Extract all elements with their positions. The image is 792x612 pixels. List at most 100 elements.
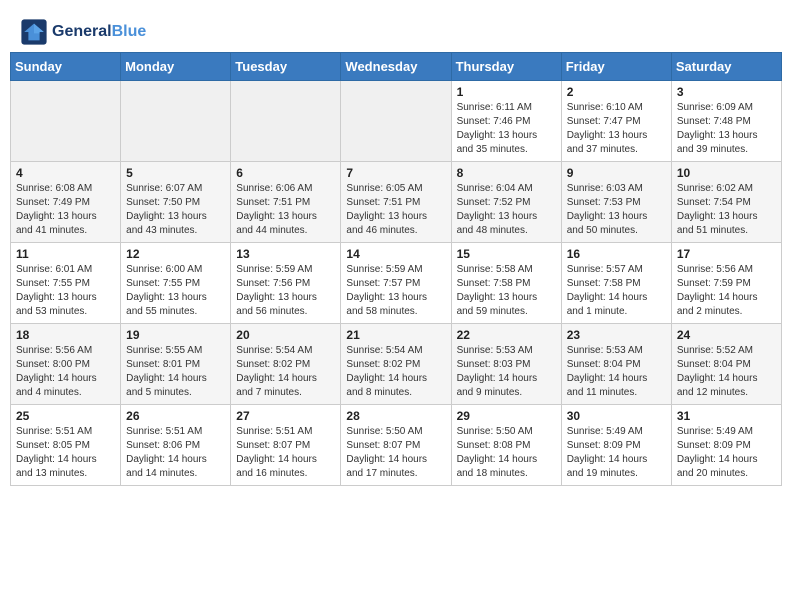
day-info: Sunrise: 5:54 AM Sunset: 8:02 PM Dayligh… (346, 344, 445, 400)
day-info: Sunrise: 5:51 AM Sunset: 8:07 PM Dayligh… (236, 425, 335, 481)
calendar-cell: 29 Sunrise: 5:50 AM Sunset: 8:08 PM Dayli… (451, 405, 561, 486)
day-info: Sunrise: 5:57 AM Sunset: 7:58 PM Dayligh… (567, 263, 666, 319)
day-number: 21 (346, 328, 445, 342)
day-number: 12 (126, 247, 225, 261)
calendar-cell: 17Sunrise: 5:56 AM Sunset: 7:59 PM Dayli… (671, 243, 781, 324)
day-info: Sunrise: 6:07 AM Sunset: 7:50 PM Dayligh… (126, 182, 225, 238)
calendar-cell: 31 Sunrise: 5:49 AM Sunset: 8:09 PM Dayli… (671, 405, 781, 486)
column-header-sunday: Sunday (11, 53, 121, 81)
day-number: 1 (457, 85, 556, 99)
calendar-cell: 27 Sunrise: 5:51 AM Sunset: 8:07 PM Dayli… (231, 405, 341, 486)
calendar-cell: 16Sunrise: 5:57 AM Sunset: 7:58 PM Dayli… (561, 243, 671, 324)
day-number: 14 (346, 247, 445, 261)
calendar-cell (11, 81, 121, 162)
calendar-week-row: 18 Sunrise: 5:56 AM Sunset: 8:00 PM Dayli… (11, 324, 782, 405)
calendar-cell (231, 81, 341, 162)
calendar-cell: 5 Sunrise: 6:07 AM Sunset: 7:50 PM Daylig… (121, 162, 231, 243)
logo-text: GeneralBlue (52, 23, 146, 41)
calendar-cell: 18 Sunrise: 5:56 AM Sunset: 8:00 PM Dayli… (11, 324, 121, 405)
day-info: Sunrise: 5:59 AM Sunset: 7:57 PM Dayligh… (346, 263, 445, 319)
day-number: 22 (457, 328, 556, 342)
day-info: Sunrise: 6:06 AM Sunset: 7:51 PM Dayligh… (236, 182, 335, 238)
column-header-friday: Friday (561, 53, 671, 81)
column-header-saturday: Saturday (671, 53, 781, 81)
calendar-cell: 4Sunrise: 6:08 AM Sunset: 7:49 PM Daylig… (11, 162, 121, 243)
calendar-cell: 9 Sunrise: 6:03 AM Sunset: 7:53 PM Daylig… (561, 162, 671, 243)
calendar-cell: 23Sunrise: 5:53 AM Sunset: 8:04 PM Dayli… (561, 324, 671, 405)
column-header-wednesday: Wednesday (341, 53, 451, 81)
day-info: Sunrise: 5:49 AM Sunset: 8:09 PM Dayligh… (567, 425, 666, 481)
calendar-cell: 25 Sunrise: 5:51 AM Sunset: 8:05 PM Dayli… (11, 405, 121, 486)
day-info: Sunrise: 5:55 AM Sunset: 8:01 PM Dayligh… (126, 344, 225, 400)
day-info: Sunrise: 6:01 AM Sunset: 7:55 PM Dayligh… (16, 263, 115, 319)
day-number: 10 (677, 166, 776, 180)
calendar-cell (341, 81, 451, 162)
day-number: 23 (567, 328, 666, 342)
day-info: Sunrise: 6:00 AM Sunset: 7:55 PM Dayligh… (126, 263, 225, 319)
day-number: 29 (457, 409, 556, 423)
calendar-cell: 13 Sunrise: 5:59 AM Sunset: 7:56 PM Dayli… (231, 243, 341, 324)
calendar-cell: 21 Sunrise: 5:54 AM Sunset: 8:02 PM Dayli… (341, 324, 451, 405)
calendar-cell: 28 Sunrise: 5:50 AM Sunset: 8:07 PM Dayli… (341, 405, 451, 486)
day-info: Sunrise: 6:03 AM Sunset: 7:53 PM Dayligh… (567, 182, 666, 238)
day-info: Sunrise: 5:51 AM Sunset: 8:05 PM Dayligh… (16, 425, 115, 481)
calendar-table: SundayMondayTuesdayWednesdayThursdayFrid… (10, 52, 782, 486)
logo-icon (20, 18, 48, 46)
day-info: Sunrise: 6:08 AM Sunset: 7:49 PM Dayligh… (16, 182, 115, 238)
day-info: Sunrise: 5:49 AM Sunset: 8:09 PM Dayligh… (677, 425, 776, 481)
calendar-cell: 15 Sunrise: 5:58 AM Sunset: 7:58 PM Dayli… (451, 243, 561, 324)
calendar-cell: 22 Sunrise: 5:53 AM Sunset: 8:03 PM Dayli… (451, 324, 561, 405)
calendar-header-row: SundayMondayTuesdayWednesdayThursdayFrid… (11, 53, 782, 81)
day-info: Sunrise: 5:50 AM Sunset: 8:08 PM Dayligh… (457, 425, 556, 481)
column-header-thursday: Thursday (451, 53, 561, 81)
day-number: 5 (126, 166, 225, 180)
calendar-cell: 7Sunrise: 6:05 AM Sunset: 7:51 PM Daylig… (341, 162, 451, 243)
calendar-cell: 26Sunrise: 5:51 AM Sunset: 8:06 PM Dayli… (121, 405, 231, 486)
day-number: 17 (677, 247, 776, 261)
day-number: 18 (16, 328, 115, 342)
day-number: 19 (126, 328, 225, 342)
calendar-cell: 24Sunrise: 5:52 AM Sunset: 8:04 PM Dayli… (671, 324, 781, 405)
calendar-cell: 20 Sunrise: 5:54 AM Sunset: 8:02 PM Dayli… (231, 324, 341, 405)
day-info: Sunrise: 5:56 AM Sunset: 8:00 PM Dayligh… (16, 344, 115, 400)
day-info: Sunrise: 5:54 AM Sunset: 8:02 PM Dayligh… (236, 344, 335, 400)
day-info: Sunrise: 6:04 AM Sunset: 7:52 PM Dayligh… (457, 182, 556, 238)
calendar-week-row: 4Sunrise: 6:08 AM Sunset: 7:49 PM Daylig… (11, 162, 782, 243)
day-number: 3 (677, 85, 776, 99)
day-number: 15 (457, 247, 556, 261)
day-number: 9 (567, 166, 666, 180)
calendar-week-row: 25 Sunrise: 5:51 AM Sunset: 8:05 PM Dayli… (11, 405, 782, 486)
calendar-week-row: 1Sunrise: 6:11 AM Sunset: 7:46 PM Daylig… (11, 81, 782, 162)
day-info: Sunrise: 6:02 AM Sunset: 7:54 PM Dayligh… (677, 182, 776, 238)
day-number: 25 (16, 409, 115, 423)
day-number: 11 (16, 247, 115, 261)
logo: GeneralBlue (20, 18, 146, 46)
calendar-cell (121, 81, 231, 162)
calendar-cell: 19 Sunrise: 5:55 AM Sunset: 8:01 PM Dayli… (121, 324, 231, 405)
day-number: 13 (236, 247, 335, 261)
calendar-week-row: 11 Sunrise: 6:01 AM Sunset: 7:55 PM Dayli… (11, 243, 782, 324)
day-number: 2 (567, 85, 666, 99)
day-number: 6 (236, 166, 335, 180)
day-info: Sunrise: 5:53 AM Sunset: 8:03 PM Dayligh… (457, 344, 556, 400)
day-number: 30 (567, 409, 666, 423)
day-number: 27 (236, 409, 335, 423)
calendar-cell: 14 Sunrise: 5:59 AM Sunset: 7:57 PM Dayli… (341, 243, 451, 324)
day-info: Sunrise: 6:09 AM Sunset: 7:48 PM Dayligh… (677, 101, 776, 157)
day-info: Sunrise: 5:50 AM Sunset: 8:07 PM Dayligh… (346, 425, 445, 481)
day-info: Sunrise: 5:58 AM Sunset: 7:58 PM Dayligh… (457, 263, 556, 319)
day-info: Sunrise: 6:05 AM Sunset: 7:51 PM Dayligh… (346, 182, 445, 238)
day-info: Sunrise: 5:52 AM Sunset: 8:04 PM Dayligh… (677, 344, 776, 400)
calendar-cell: 1Sunrise: 6:11 AM Sunset: 7:46 PM Daylig… (451, 81, 561, 162)
calendar-cell: 3 Sunrise: 6:09 AM Sunset: 7:48 PM Daylig… (671, 81, 781, 162)
calendar-cell: 12 Sunrise: 6:00 AM Sunset: 7:55 PM Dayli… (121, 243, 231, 324)
day-info: Sunrise: 5:59 AM Sunset: 7:56 PM Dayligh… (236, 263, 335, 319)
calendar-cell: 11 Sunrise: 6:01 AM Sunset: 7:55 PM Dayli… (11, 243, 121, 324)
day-number: 28 (346, 409, 445, 423)
day-number: 31 (677, 409, 776, 423)
calendar-cell: 6 Sunrise: 6:06 AM Sunset: 7:51 PM Daylig… (231, 162, 341, 243)
day-number: 20 (236, 328, 335, 342)
day-info: Sunrise: 6:10 AM Sunset: 7:47 PM Dayligh… (567, 101, 666, 157)
column-header-tuesday: Tuesday (231, 53, 341, 81)
calendar-cell: 30 Sunrise: 5:49 AM Sunset: 8:09 PM Dayli… (561, 405, 671, 486)
